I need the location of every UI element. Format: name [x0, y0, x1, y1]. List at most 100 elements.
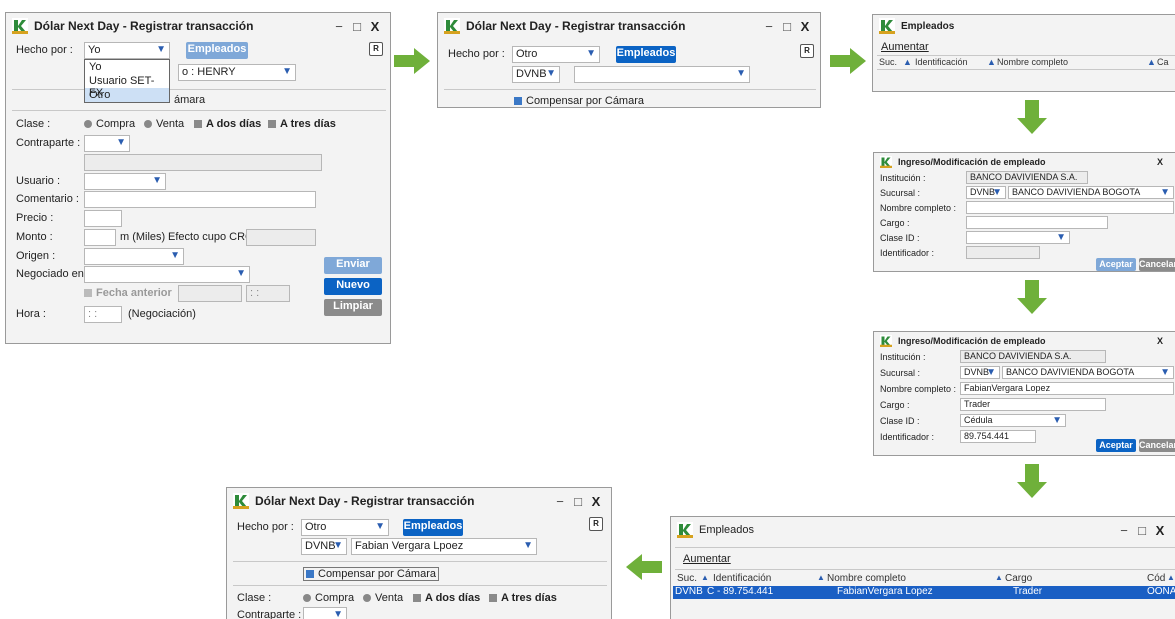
- chevron-down-icon: ▼: [333, 609, 343, 619]
- monto-input[interactable]: [84, 229, 116, 246]
- close-button[interactable]: X: [1151, 157, 1169, 167]
- minimize-button[interactable]: −: [551, 494, 569, 509]
- sucursal-label: Sucursal :: [880, 368, 921, 378]
- chevron-down-icon: ▼: [1052, 415, 1062, 426]
- hora-input[interactable]: : :: [84, 306, 122, 323]
- dropdown-option-otro[interactable]: Otro: [85, 88, 169, 102]
- cell-identificacion: C - 89.754.441: [707, 586, 774, 597]
- limpiar-button[interactable]: Limpiar: [324, 299, 382, 316]
- cell-suc: DVNB: [675, 586, 703, 597]
- precio-input[interactable]: [84, 210, 122, 227]
- empleados-button[interactable]: Empleados: [403, 519, 463, 536]
- nuevo-button[interactable]: Nuevo: [324, 278, 382, 295]
- maximize-button[interactable]: □: [348, 19, 366, 34]
- close-button[interactable]: X: [796, 19, 814, 34]
- identificador-input[interactable]: 89.754.441: [960, 430, 1036, 443]
- checkbox-icon: [84, 289, 92, 298]
- a-tres-dias-checkbox[interactable]: A tres días: [489, 592, 557, 604]
- compensar-checkbox[interactable]: Compensar por Cámara: [303, 567, 439, 581]
- radio-icon: [144, 120, 152, 129]
- empleado-select[interactable]: Fabian Vergara Lpoez ▼: [351, 538, 537, 555]
- usuario-select[interactable]: o : HENRY ▼: [178, 64, 296, 81]
- efecto-cupo-field: [246, 229, 316, 246]
- compensar-checkbox[interactable]: Compensar por Cámara: [514, 95, 644, 107]
- col-identificacion-header[interactable]: Identificación: [713, 573, 771, 584]
- minimize-button[interactable]: −: [1115, 523, 1133, 538]
- contraparte-label: Contraparte :: [237, 609, 302, 619]
- app-logo-icon: [12, 18, 28, 34]
- hecho-por-select[interactable]: Otro ▼: [301, 519, 389, 536]
- venta-radio[interactable]: Venta: [144, 118, 184, 130]
- identificador-input[interactable]: [966, 246, 1040, 259]
- negociado-en-select[interactable]: ▼: [84, 266, 250, 283]
- hecho-por-select[interactable]: Otro ▼: [512, 46, 600, 63]
- sucursal-code-select[interactable]: DVNB ▼: [960, 366, 1000, 379]
- cancelar-button[interactable]: Cancelar: [1139, 439, 1175, 452]
- fecha-anterior-checkbox[interactable]: Fecha anterior: [84, 287, 172, 299]
- sucursal-code-select[interactable]: DVNB ▼: [966, 186, 1006, 199]
- a-dos-dias-checkbox[interactable]: A dos días: [194, 118, 261, 130]
- col-suc-header[interactable]: Suc.: [879, 57, 897, 67]
- comentario-input[interactable]: [84, 191, 316, 208]
- venta-radio[interactable]: Venta: [363, 592, 403, 604]
- report-icon[interactable]: R: [589, 517, 603, 531]
- sucursal-select[interactable]: DVNB ▼: [512, 66, 560, 83]
- nombre-input[interactable]: [966, 201, 1174, 214]
- close-button[interactable]: X: [587, 494, 605, 509]
- checkbox-checked-icon: [306, 570, 314, 579]
- col-suc-header[interactable]: Suc.: [677, 573, 697, 584]
- contraparte-select[interactable]: ▼: [84, 135, 130, 152]
- sucursal-name-select[interactable]: BANCO DAVIVIENDA BOGOTA ▼: [1002, 366, 1174, 379]
- sucursal-name-select[interactable]: BANCO DAVIVIENDA BOGOTA ▼: [1008, 186, 1174, 199]
- col-nombre-header[interactable]: Nombre completo: [997, 57, 1068, 67]
- compensar-partial-label: ámara: [174, 94, 206, 106]
- aumentar-menu[interactable]: Aumentar: [881, 41, 929, 53]
- close-button[interactable]: X: [366, 19, 384, 34]
- clase-id-select[interactable]: Cédula ▼: [960, 414, 1066, 427]
- clase-id-select[interactable]: ▼: [966, 231, 1070, 244]
- report-icon[interactable]: R: [369, 42, 383, 56]
- aceptar-button[interactable]: Aceptar: [1096, 439, 1136, 452]
- a-tres-dias-checkbox[interactable]: A tres días: [268, 118, 336, 130]
- maximize-button[interactable]: □: [569, 494, 587, 509]
- nombre-input[interactable]: FabianVergara Lopez: [960, 382, 1174, 395]
- close-button[interactable]: X: [1151, 336, 1169, 346]
- empleados-button[interactable]: Empleados: [616, 46, 676, 63]
- institucion-label: Institución :: [880, 352, 926, 362]
- dropdown-option-yo[interactable]: Yo: [85, 60, 169, 74]
- minimize-button[interactable]: −: [330, 19, 348, 34]
- col-cargo-header[interactable]: Ca: [1157, 57, 1169, 67]
- col-identificacion-header[interactable]: Identificación: [915, 57, 968, 67]
- contraparte-select[interactable]: ▼: [303, 607, 347, 619]
- origen-select[interactable]: ▼: [84, 248, 184, 265]
- cargo-input[interactable]: [966, 216, 1108, 229]
- sucursal-select[interactable]: DVNB ▼: [301, 538, 347, 555]
- usuario-value: o : HENRY: [182, 66, 236, 78]
- app-logo-icon: [444, 18, 460, 34]
- cell-nombre: FabianVergara Lopez: [837, 586, 933, 597]
- enviar-button[interactable]: Enviar: [324, 257, 382, 274]
- table-row[interactable]: DVNB C - 89.754.441 FabianVergara Lopez …: [673, 586, 1175, 599]
- a-dos-dias-checkbox[interactable]: A dos días: [413, 592, 480, 604]
- maximize-button[interactable]: □: [778, 19, 796, 34]
- minimize-button[interactable]: −: [760, 19, 778, 34]
- empleados-button[interactable]: Empleados: [186, 42, 248, 59]
- col-cargo-header[interactable]: Cargo: [1005, 573, 1032, 584]
- close-button[interactable]: X: [1151, 523, 1169, 538]
- a-tres-dias-label: A tres días: [501, 592, 557, 604]
- hecho-por-select[interactable]: Yo ▼: [84, 42, 170, 59]
- empleado-select[interactable]: ▼: [574, 66, 750, 83]
- cargo-input[interactable]: Trader: [960, 398, 1106, 411]
- compra-radio[interactable]: Compra: [303, 592, 354, 604]
- dropdown-option-usuario[interactable]: Usuario SET-FX: [85, 74, 169, 99]
- green-arrow-icon: [1017, 280, 1047, 314]
- col-cod-header[interactable]: Cód: [1147, 573, 1165, 584]
- usuario-field-select[interactable]: ▼: [84, 173, 166, 190]
- maximize-button[interactable]: □: [1133, 523, 1151, 538]
- report-icon[interactable]: R: [800, 44, 814, 58]
- aumentar-menu[interactable]: Aumentar: [683, 553, 731, 565]
- cancelar-button[interactable]: Cancelar: [1139, 258, 1175, 271]
- compra-radio[interactable]: Compra: [84, 118, 135, 130]
- aceptar-button[interactable]: Aceptar: [1096, 258, 1136, 271]
- col-nombre-header[interactable]: Nombre completo: [827, 573, 906, 584]
